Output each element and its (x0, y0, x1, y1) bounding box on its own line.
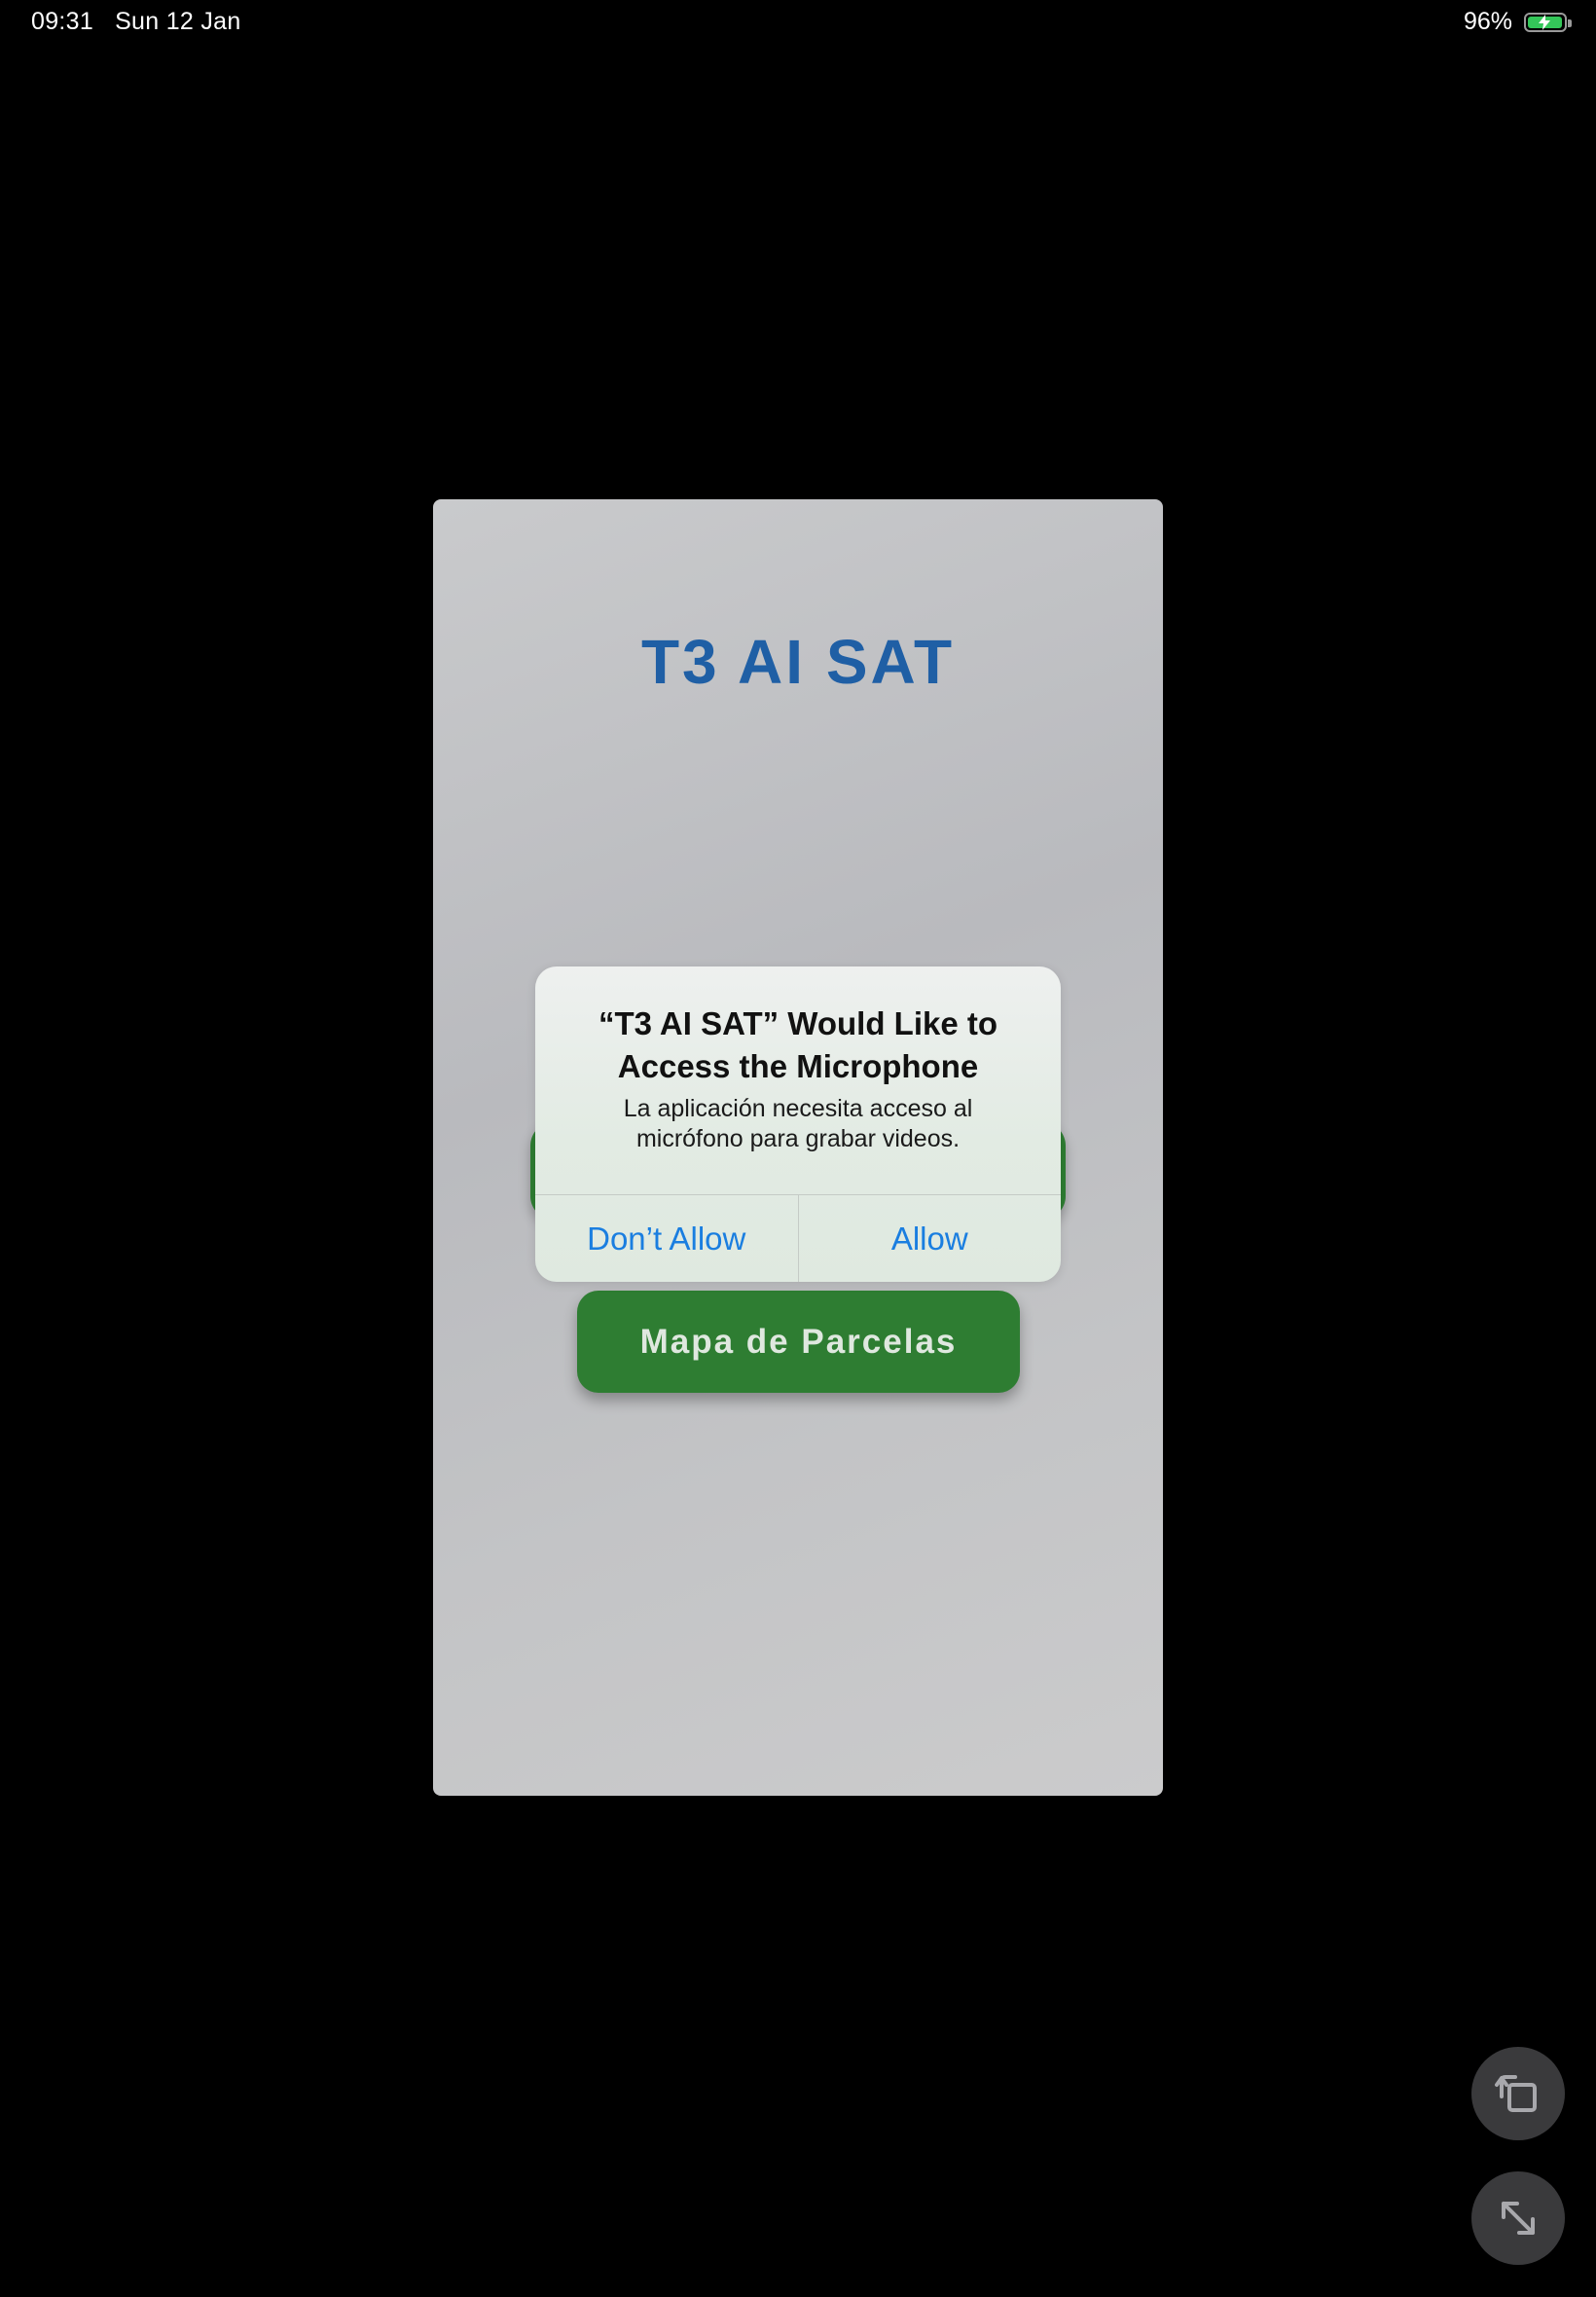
allow-button[interactable]: Allow (797, 1195, 1062, 1282)
status-bar-right: 96% (1463, 8, 1572, 36)
battery-cap (1568, 18, 1572, 27)
battery-level-fill (1528, 14, 1562, 30)
battery-charging-icon (1524, 12, 1572, 32)
battery-percent: 96% (1463, 8, 1512, 35)
screen: 09:31 Sun 12 Jan 96% T3 AI SAT Mapa de Pa… (0, 0, 1596, 2297)
alert-button-row: Don’t Allow Allow (535, 1194, 1061, 1282)
microphone-permission-alert: “T3 AI SAT” Would Like to Access the Mic… (535, 966, 1061, 1282)
dont-allow-button[interactable]: Don’t Allow (535, 1195, 798, 1282)
status-time: 09:31 (31, 8, 94, 35)
status-date: Sun 12 Jan (115, 8, 241, 35)
expand-button[interactable] (1471, 2171, 1565, 2265)
expand-icon (1502, 2202, 1535, 2235)
charging-bolt-icon (1539, 14, 1551, 30)
alert-title: “T3 AI SAT” Would Like to Access the Mic… (598, 1005, 998, 1084)
app-title: T3 AI SAT (640, 627, 956, 697)
map-of-plots-button[interactable]: Mapa de Parcelas (577, 1291, 1020, 1393)
alert-message: La aplicación necesita acceso al micrófo… (623, 1095, 973, 1152)
rotate-screen-button[interactable] (1471, 2047, 1565, 2140)
status-bar-left: 09:31 Sun 12 Jan (31, 8, 263, 36)
rotate-screen-icon (1495, 2075, 1537, 2112)
